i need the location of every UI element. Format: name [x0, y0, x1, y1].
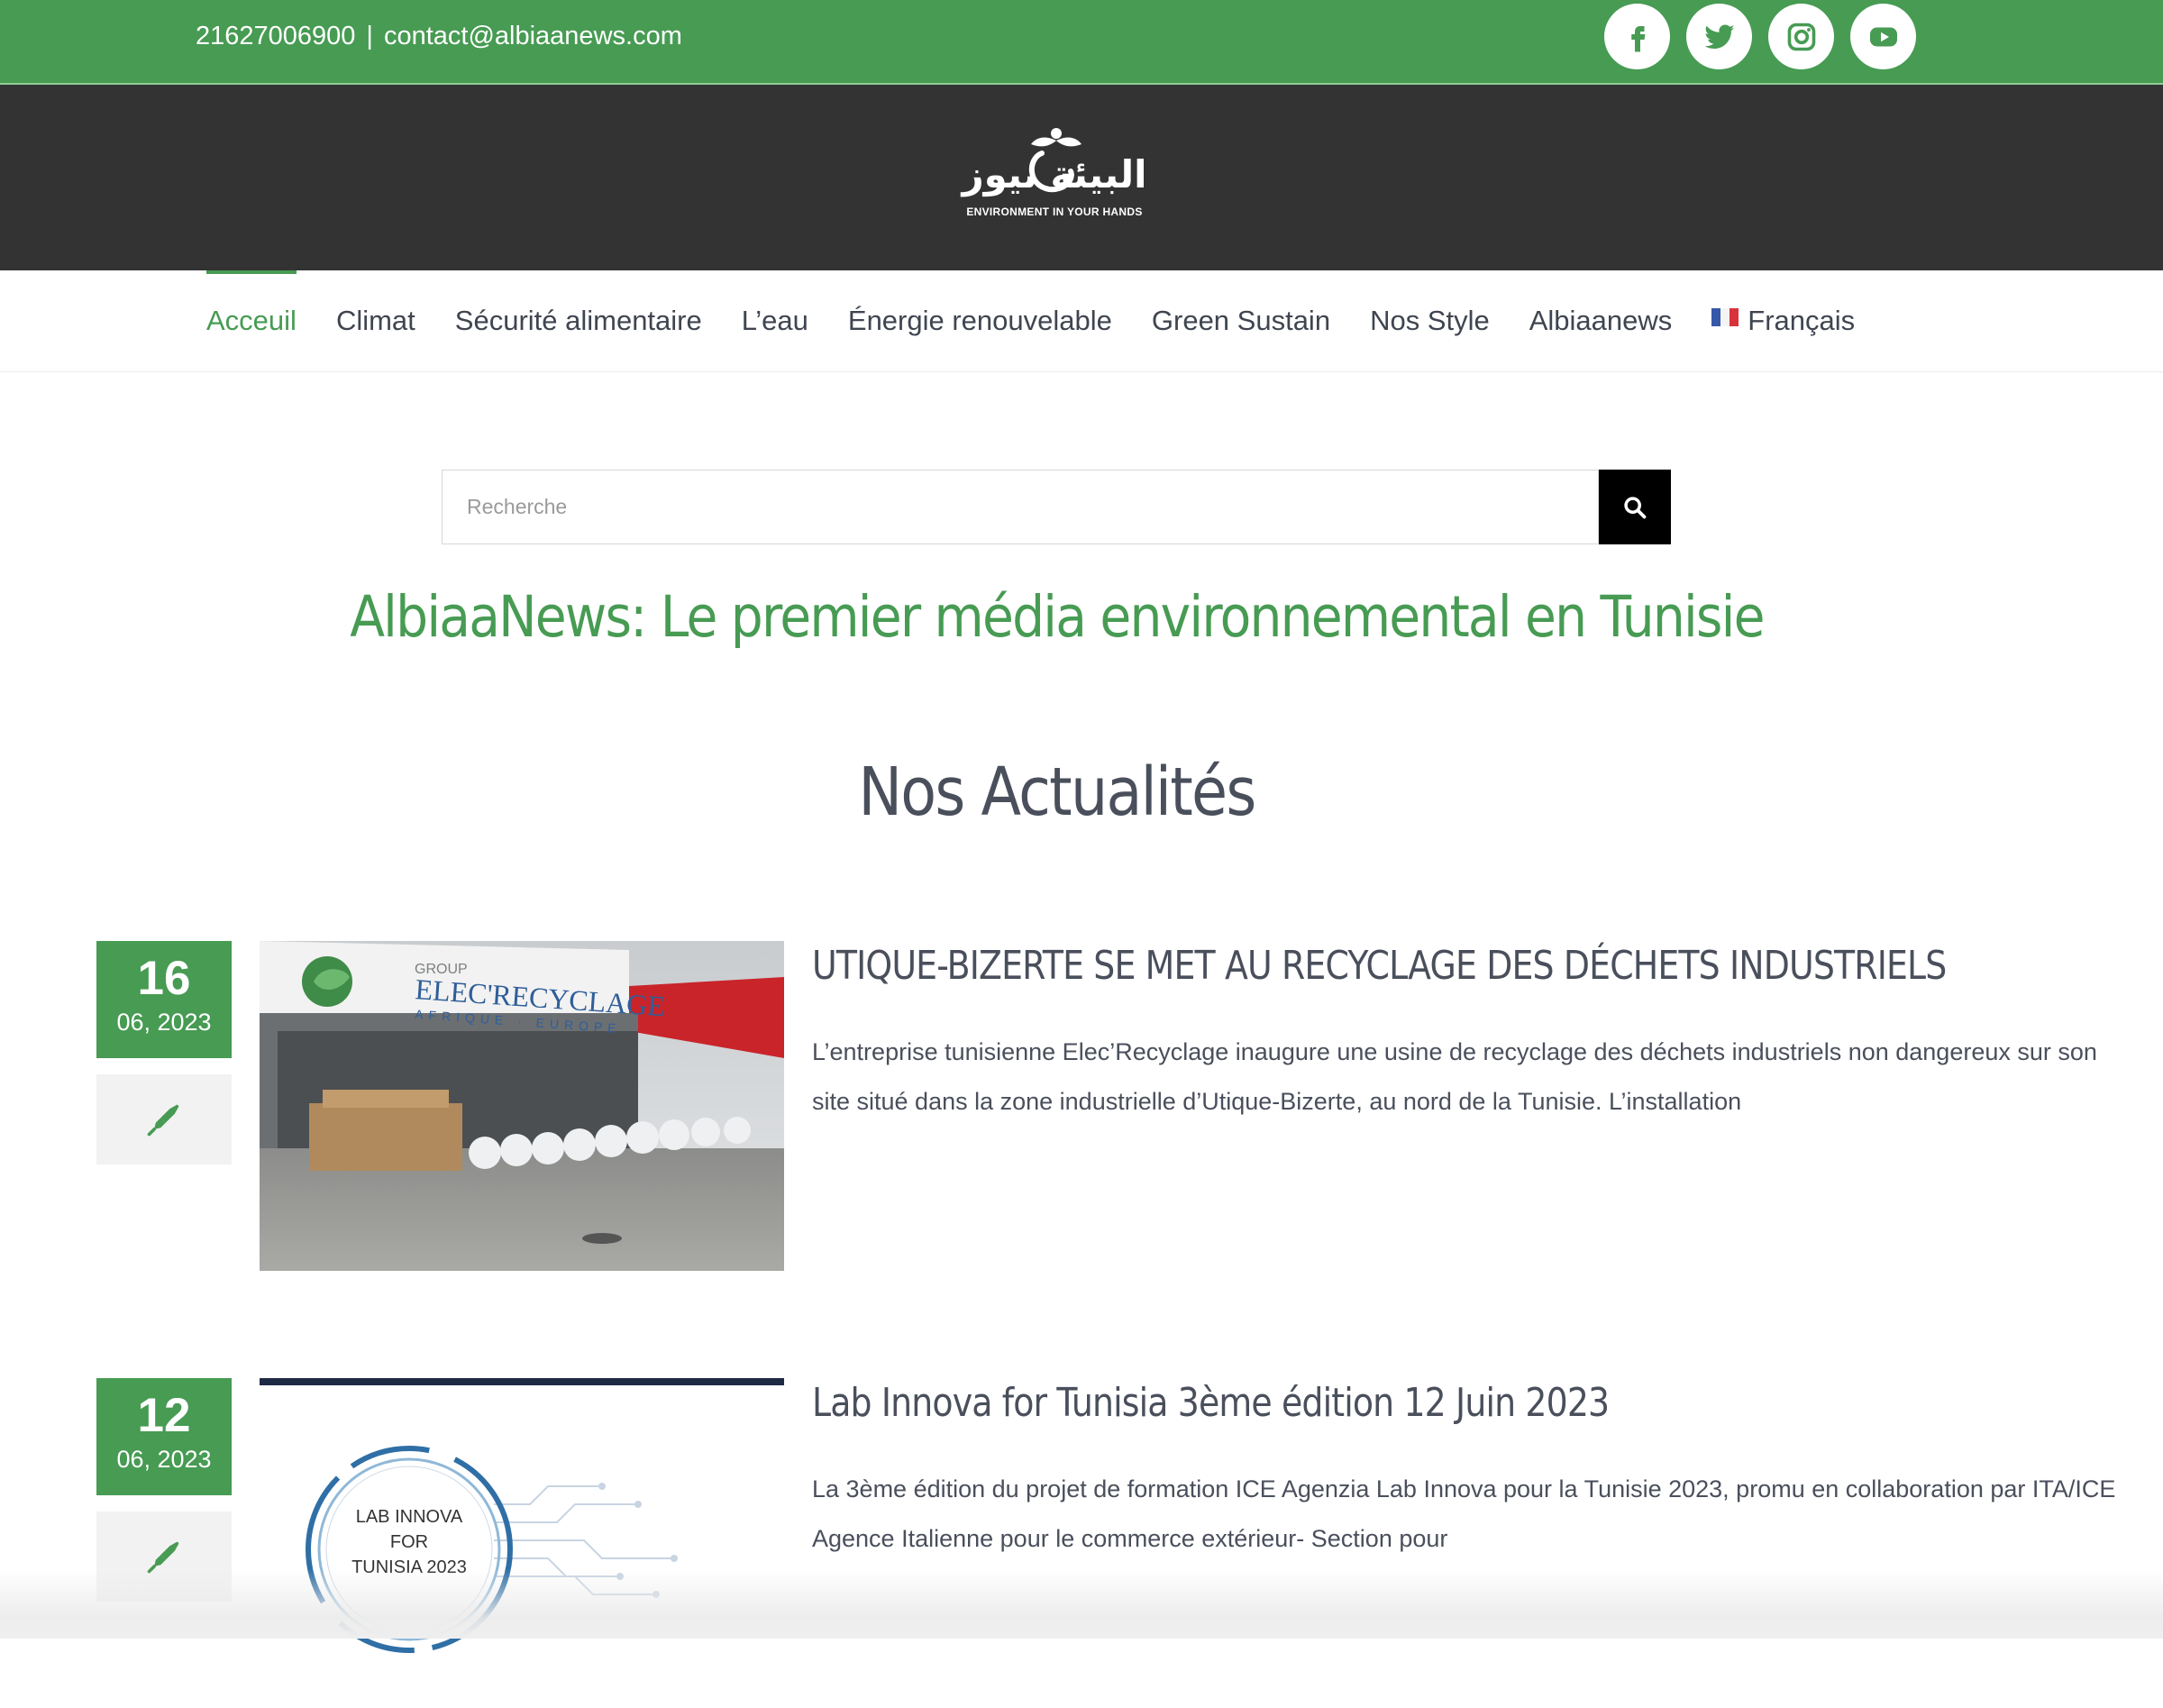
instagram-button[interactable]	[1768, 4, 1834, 69]
twitter-icon	[1703, 24, 1734, 49]
bottom-fade	[0, 1568, 2163, 1639]
top-bar: 21627006900 | contact@albiaanews.com	[0, 0, 2163, 85]
youtube-button[interactable]	[1850, 4, 1916, 69]
svg-text:LAB INNOVA: LAB INNOVA	[356, 1507, 463, 1527]
phone-number[interactable]: 21627006900	[196, 22, 355, 50]
post-title[interactable]: Lab Innova for Tunisia 3ème édition 12 J…	[812, 1380, 1610, 1426]
site-logo[interactable]: البيئة نيوز ENVIRONMENT IN YOUR HANDS	[955, 123, 1154, 231]
svg-text:البيئة نيوز: البيئة نيوز	[960, 152, 1146, 197]
youtube-icon	[1869, 27, 1897, 46]
nav-item-green-sustain[interactable]: Green Sustain	[1152, 270, 1330, 371]
contact-separator: |	[366, 22, 373, 50]
email-link[interactable]: contact@albiaanews.com	[384, 22, 682, 50]
post-date: 12 06, 2023	[96, 1378, 232, 1495]
section-title: Nos Actualités	[858, 754, 1256, 831]
nav-item-nos-style[interactable]: Nos Style	[1370, 270, 1490, 371]
facebook-button[interactable]	[1604, 4, 1670, 69]
post-date-day: 16	[137, 952, 191, 1005]
nav-item-securite-alimentaire[interactable]: Sécurité alimentaire	[455, 270, 702, 371]
post-date: 16 06, 2023	[96, 941, 232, 1058]
post-date-month-year: 06, 2023	[116, 1446, 212, 1473]
nav-item-albiaanews[interactable]: Albiaanews	[1529, 270, 1673, 371]
pen-icon	[147, 1104, 179, 1137]
nav-item-acceuil[interactable]: Acceuil	[206, 270, 297, 371]
nav-item-leau[interactable]: L’eau	[742, 270, 808, 371]
search-button[interactable]	[1599, 470, 1671, 544]
language-label: Français	[1748, 305, 1856, 336]
facebook-icon	[1630, 25, 1645, 51]
contact-info: 21627006900 | contact@albiaanews.com	[196, 20, 682, 52]
post-excerpt: La 3ème édition du projet de formation I…	[812, 1475, 2116, 1552]
post-format-box[interactable]	[96, 1074, 232, 1165]
twitter-button[interactable]	[1686, 4, 1752, 69]
site-header: البيئة نيوز ENVIRONMENT IN YOUR HANDS	[0, 85, 2163, 270]
french-flag-icon	[1711, 308, 1739, 326]
post-thumbnail[interactable]: LAB INNOVA FOR TUNISIA 2023	[260, 1378, 784, 1708]
svg-text:FOR: FOR	[390, 1532, 428, 1552]
search-icon	[1624, 496, 1647, 518]
post-excerpt: L’entreprise tunisienne Elec’Recyclage i…	[812, 1038, 2097, 1115]
recycling-warehouse-image: GROUP ELEC'RECYCLAGE AFRIQUE · EUROPE	[260, 941, 784, 1271]
social-links	[1604, 4, 1916, 69]
post-date-month-year: 06, 2023	[116, 1009, 212, 1036]
logo-tagline: ENVIRONMENT IN YOUR HANDS	[966, 206, 1143, 218]
main-navigation: Acceuil Climat Sécurité alimentaire L’ea…	[0, 270, 2163, 372]
instagram-icon	[1787, 23, 1815, 50]
search-bar	[442, 470, 1671, 544]
post-date-day: 12	[137, 1389, 191, 1442]
nav-item-energie-renouvelable[interactable]: Énergie renouvelable	[848, 270, 1112, 371]
nav-item-climat[interactable]: Climat	[336, 270, 415, 371]
logo-graphic: البيئة نيوز	[960, 128, 1147, 197]
lab-innova-image: LAB INNOVA FOR TUNISIA 2023	[260, 1378, 784, 1708]
site-tagline: AlbiaaNews: Le premier média environneme…	[350, 584, 1765, 650]
nav-item-language[interactable]: Français	[1711, 270, 1855, 371]
search-input[interactable]	[442, 470, 1599, 544]
post-thumbnail[interactable]: GROUP ELEC'RECYCLAGE AFRIQUE · EUROPE	[260, 941, 784, 1271]
post-title[interactable]: UTIQUE-BIZERTE SE MET AU RECYCLAGE DES D…	[812, 943, 1947, 989]
